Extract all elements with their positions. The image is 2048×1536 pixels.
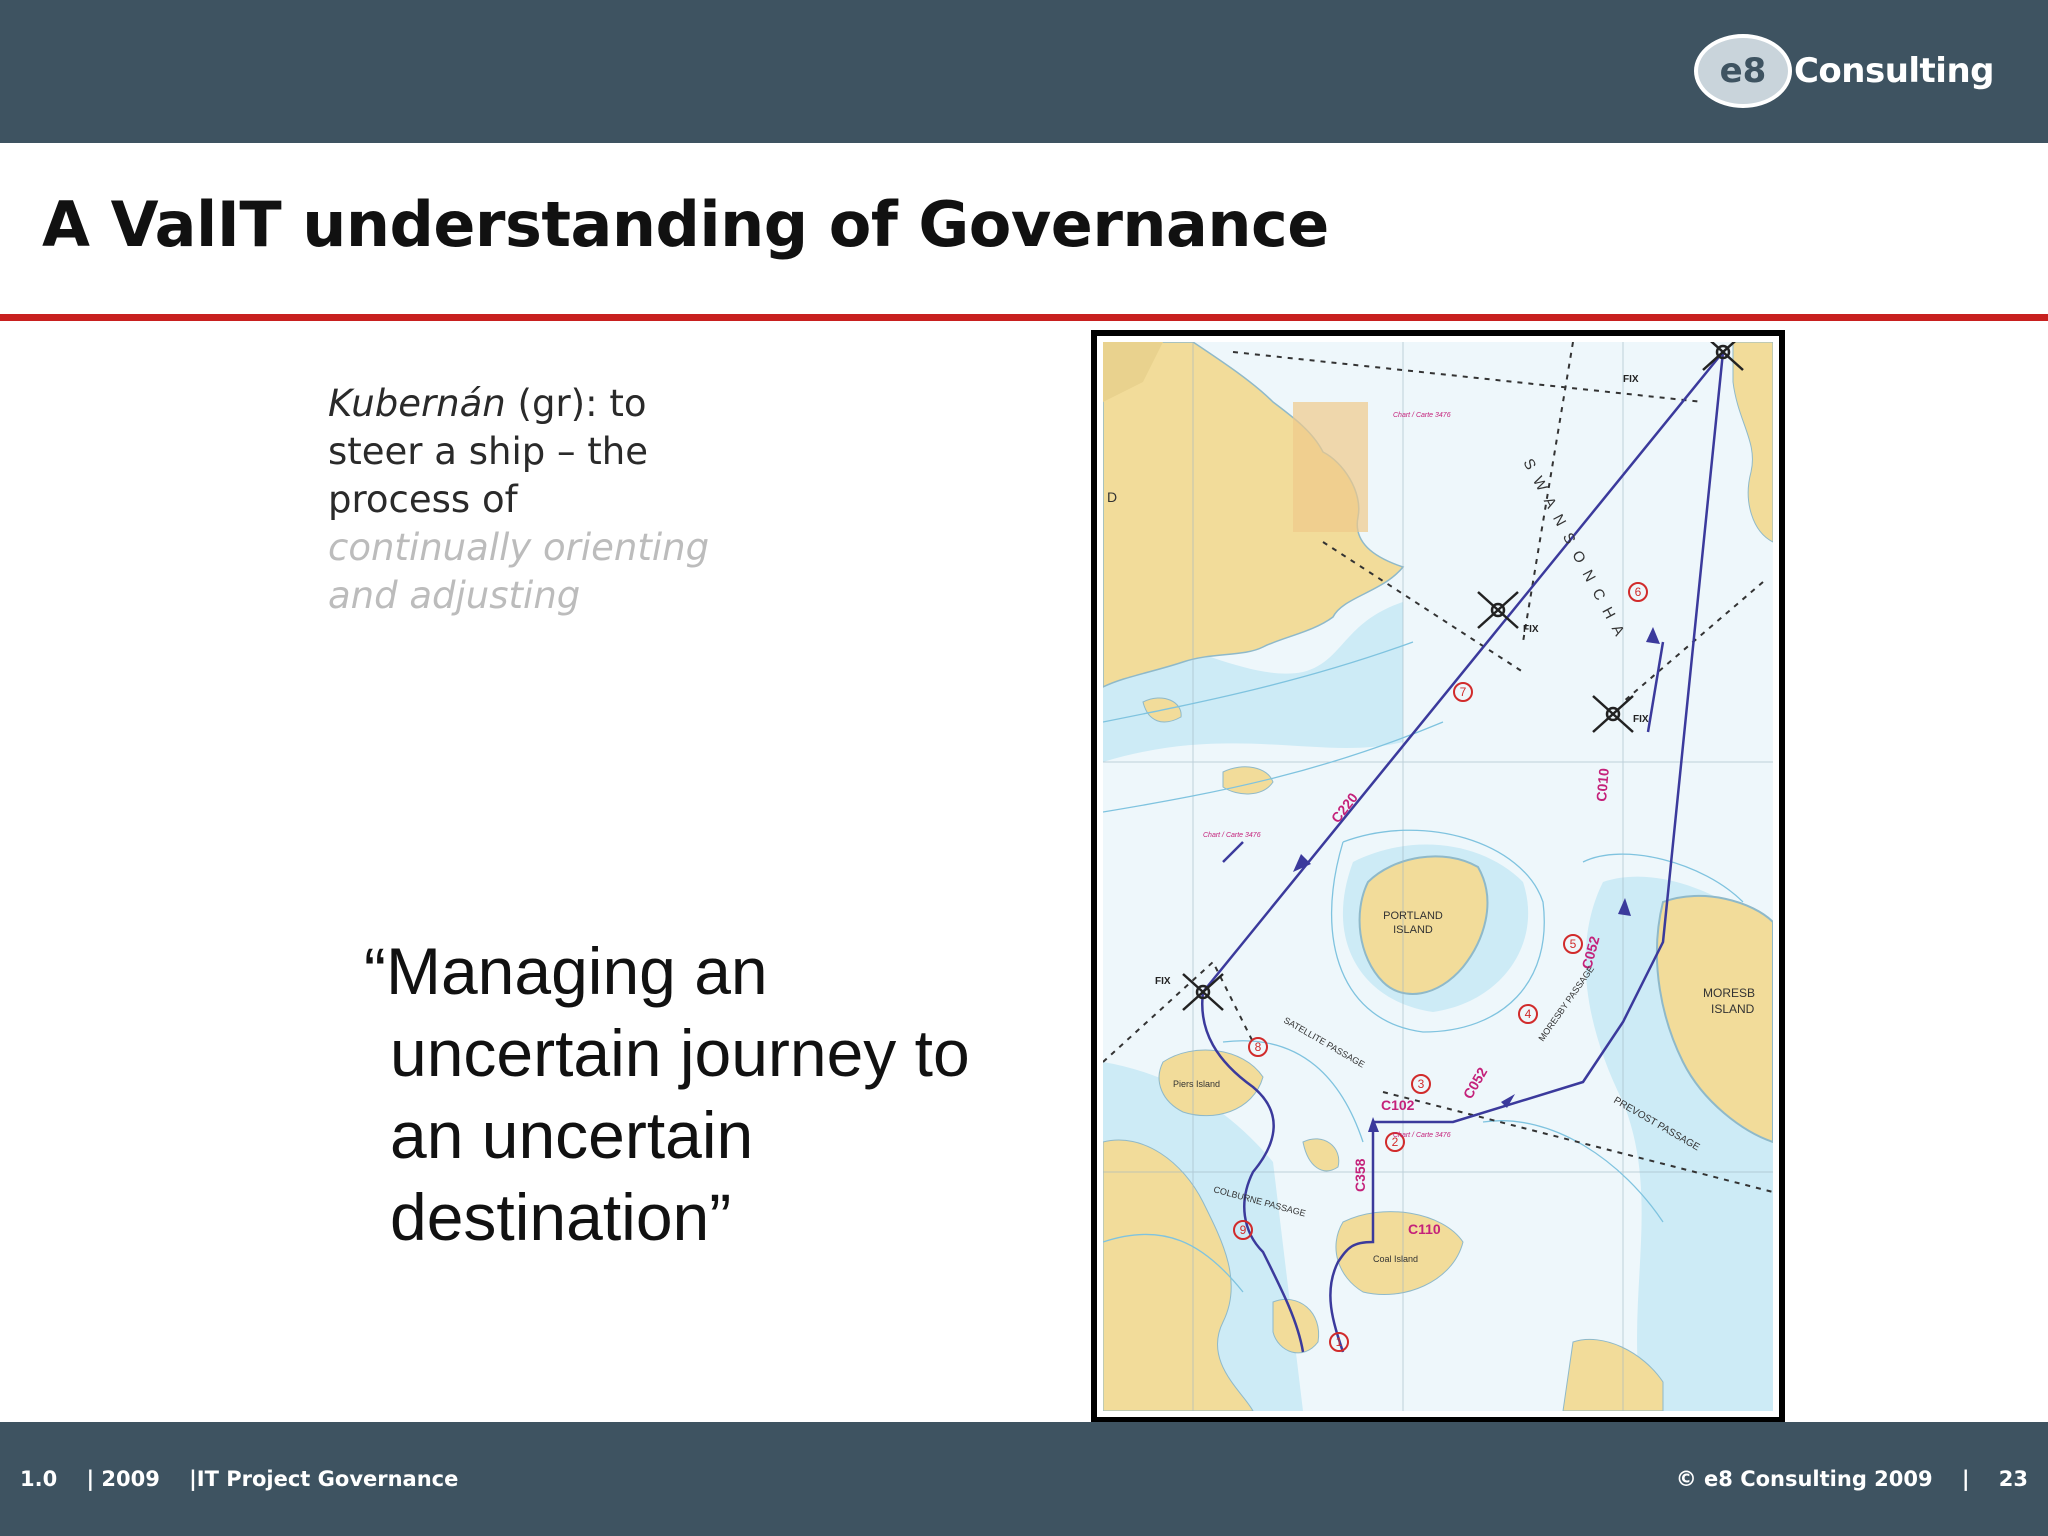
moresby-island-label: ISLAND xyxy=(1711,1002,1755,1016)
fix-label-2: FIX xyxy=(1633,714,1649,725)
waypoint-5: 5 xyxy=(1570,937,1577,951)
quote-line-2: uncertain journey to xyxy=(390,1016,970,1090)
portland-island-label: ISLAND xyxy=(1393,924,1433,936)
waypoint-8: 8 xyxy=(1255,1040,1262,1054)
nautical-chart: 1 2 3 4 5 6 7 8 9 C220 C010 C052 C052 C1… xyxy=(1103,342,1773,1411)
coal-island-label: Coal Island xyxy=(1373,1254,1418,1264)
definition-faded: continually orienting and adjusting xyxy=(328,526,710,617)
waypoint-3: 3 xyxy=(1418,1077,1425,1091)
governance-quote: “Managing an uncertain journey to an unc… xyxy=(364,930,970,1258)
logo-mark: e8 xyxy=(1719,51,1767,91)
logo-text: Consulting xyxy=(1793,51,1995,91)
nautical-chart-frame: 1 2 3 4 5 6 7 8 9 C220 C010 C052 C052 C1… xyxy=(1091,330,1785,1423)
quote-line-4: destination” xyxy=(390,1180,732,1254)
footer-bar: 1.0 | 2009 |IT Project Governance © e8 C… xyxy=(0,1422,2048,1536)
title-divider xyxy=(0,314,2048,321)
chart-ref-2: Chart / Carte 3476 xyxy=(1203,832,1261,839)
course-c358: C358 xyxy=(1352,1158,1368,1192)
fix-label-3: FIX xyxy=(1155,976,1171,987)
footer-right-text: © e8 Consulting 2009 | 23 xyxy=(1675,1467,2028,1491)
chart-ref-1: Chart / Carte 3476 xyxy=(1393,412,1451,419)
moresby-label: MORESB xyxy=(1703,986,1755,1000)
course-c010: C010 xyxy=(1593,767,1612,802)
quote-line-3: an uncertain xyxy=(390,1098,754,1172)
chart-edge-letter: D xyxy=(1107,489,1117,505)
chart-ref-3: Chart / Carte 3476 xyxy=(1393,1132,1451,1139)
waypoint-6: 6 xyxy=(1635,585,1642,599)
definition-text: Kubernán (gr): to steer a ship – the pro… xyxy=(328,380,728,620)
logo-oval: e8 xyxy=(1693,34,1792,108)
fix-label-4: FIX xyxy=(1623,374,1639,385)
definition-term: Kubernán xyxy=(328,382,506,425)
header-bar: e8 Consulting xyxy=(0,0,2048,143)
fix-label-1: FIX xyxy=(1523,624,1539,635)
waypoint-9: 9 xyxy=(1240,1223,1247,1237)
waypoint-4: 4 xyxy=(1525,1007,1532,1021)
waypoint-1: 1 xyxy=(1336,1335,1343,1349)
slide-title: A ValIT understanding of Governance xyxy=(42,188,1329,261)
course-c110: C110 xyxy=(1408,1221,1441,1237)
quote-line-1: “Managing an xyxy=(364,934,768,1008)
waypoint-7: 7 xyxy=(1460,685,1467,699)
piers-island-label: Piers Island xyxy=(1173,1079,1220,1089)
portland-label: PORTLAND xyxy=(1383,910,1443,922)
e8-consulting-logo: e8 Consulting xyxy=(1693,34,1995,108)
course-c102: C102 xyxy=(1381,1097,1415,1113)
park-area xyxy=(1293,402,1368,532)
footer-left-text: 1.0 | 2009 |IT Project Governance xyxy=(20,1467,459,1491)
